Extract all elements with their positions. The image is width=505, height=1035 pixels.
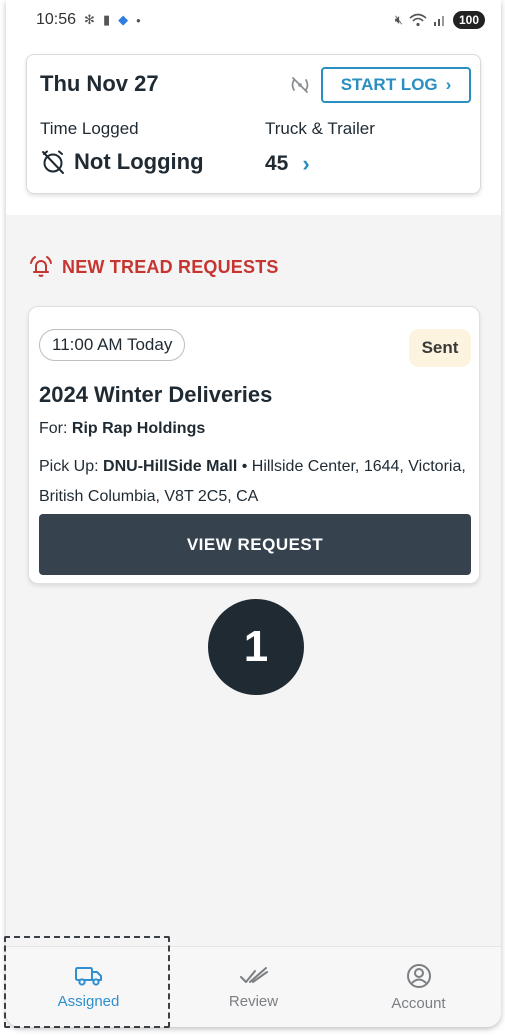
account-icon — [406, 963, 431, 988]
truck-trailer-link[interactable]: 45 › — [265, 151, 310, 177]
view-request-button[interactable]: VIEW REQUEST — [39, 514, 471, 575]
nav-item-assigned[interactable]: Assigned — [6, 947, 171, 1027]
bottom-nav: Assigned Review Account — [6, 946, 501, 1027]
chevron-right-icon: › — [302, 151, 310, 176]
for-value: Rip Rap Holdings — [71, 420, 206, 437]
time-logged-label: Time Logged — [40, 119, 139, 138]
bell-alert-icon — [30, 256, 52, 277]
date-title: Thu Nov 27 — [40, 71, 159, 96]
double-check-icon — [239, 966, 268, 983]
pickup-label: Pick Up: — [39, 458, 99, 475]
for-line: For: Rip Rap Holdings — [39, 420, 205, 438]
start-log-label: START LOG — [340, 75, 438, 94]
nav-label-review: Review — [228, 992, 279, 1010]
alarm-off-icon — [42, 150, 64, 174]
nav-item-account[interactable]: Account — [336, 947, 501, 1027]
pickup-line: Pick Up: DNU-HillSide Mall • Hillside Ce… — [39, 452, 469, 512]
logging-status: Not Logging — [40, 149, 204, 175]
diamond-icon: ◆ — [118, 12, 129, 27]
for-label: For: — [39, 420, 68, 437]
snowflake-icon: ✻ — [84, 12, 95, 27]
status-time: 10:56 — [36, 11, 77, 28]
app-screen: 10:56 ✻ ▮ ◆ • 🔇︎ 100 Thu Nov 27 START LO… — [6, 0, 501, 1027]
request-card: 11:00 AM Today Sent 2024 Winter Deliveri… — [28, 306, 480, 584]
nav-label-assigned: Assigned — [57, 992, 120, 1010]
nav-item-review[interactable]: Review — [171, 947, 336, 1027]
truck-icon — [74, 966, 102, 986]
step-marker: 1 — [208, 599, 304, 695]
wifi-icon — [409, 13, 427, 27]
request-title: 2024 Winter Deliveries — [39, 382, 273, 407]
mute-icon: 🔇︎ — [394, 12, 403, 27]
no-signal-icon — [291, 77, 309, 93]
signal-icon — [433, 16, 444, 26]
start-log-button[interactable]: START LOG › — [321, 67, 471, 103]
status-bar: 10:56 ✻ ▮ ◆ • 🔇︎ 100 — [6, 0, 501, 40]
truck-trailer-label: Truck & Trailer — [265, 119, 375, 138]
dot-icon: • — [136, 12, 141, 28]
status-badge: Sent — [409, 329, 471, 367]
section-header: NEW TREAD REQUESTS — [28, 255, 279, 279]
bullet-separator: • — [241, 458, 252, 475]
log-card: Thu Nov 27 START LOG › Time Logged Truck… — [26, 54, 481, 194]
truck-trailer-count: 45 — [265, 152, 289, 175]
logging-status-text: Not Logging — [74, 149, 204, 174]
keyhole-icon: ▮ — [102, 12, 111, 27]
pickup-location: DNU-HillSide Mall — [103, 458, 238, 475]
chevron-right-icon: › — [445, 75, 452, 94]
section-title: NEW TREAD REQUESTS — [62, 256, 279, 277]
nav-label-account: Account — [391, 994, 446, 1012]
battery-indicator: 100 — [452, 11, 485, 29]
time-chip: 11:00 AM Today — [39, 329, 186, 361]
